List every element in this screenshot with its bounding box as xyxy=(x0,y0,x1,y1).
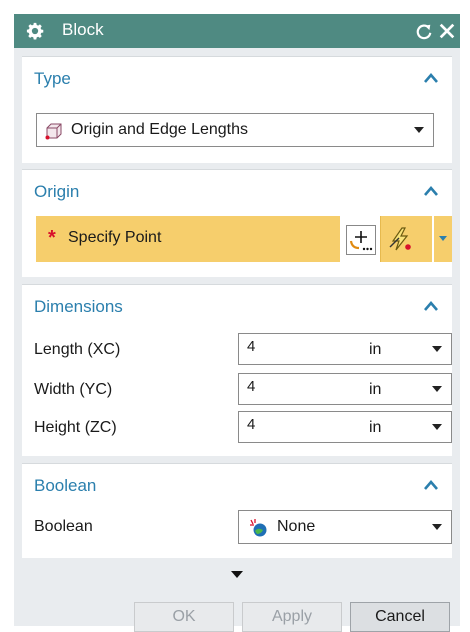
collapse-caret-icon[interactable] xyxy=(424,186,438,196)
more-options-toggle[interactable] xyxy=(22,564,452,586)
collapse-caret-icon[interactable] xyxy=(424,73,438,83)
inferred-point-button[interactable] xyxy=(380,216,432,262)
dialog-title: Block xyxy=(62,20,104,39)
collapse-caret-icon[interactable] xyxy=(424,301,438,311)
length-unit: in xyxy=(369,341,382,358)
boolean-selected-value: None xyxy=(277,518,316,535)
type-selected-value: Origin and Edge Lengths xyxy=(71,121,249,138)
width-label: Width (YC) xyxy=(34,381,113,398)
point-constructor-icon xyxy=(349,231,373,251)
collapse-caret-icon[interactable] xyxy=(424,480,438,490)
cancel-button[interactable]: Cancel xyxy=(350,602,450,632)
height-label: Height (ZC) xyxy=(34,419,117,436)
boolean-none-icon xyxy=(250,519,267,537)
block-dialog: Block Type Origin and Edge Lengths Origi… xyxy=(14,14,460,632)
title-bar[interactable]: Block xyxy=(14,14,460,48)
specify-point-label: Specify Point xyxy=(68,229,162,246)
dimensions-group-title: Dimensions xyxy=(34,297,123,316)
expand-down-icon xyxy=(231,571,243,578)
type-group: Type Origin and Edge Lengths xyxy=(22,56,452,163)
boolean-label: Boolean xyxy=(34,518,93,535)
block-cube-icon xyxy=(45,123,62,140)
chevron-down-icon xyxy=(439,236,447,241)
gear-icon xyxy=(26,22,44,40)
length-field[interactable]: 4 in xyxy=(238,333,452,365)
width-value[interactable]: 4 xyxy=(247,378,255,395)
origin-group-title: Origin xyxy=(34,182,80,201)
reset-icon[interactable] xyxy=(415,22,433,40)
type-group-title: Type xyxy=(34,69,71,88)
point-type-dropdown[interactable] xyxy=(434,216,452,262)
close-icon[interactable] xyxy=(438,22,456,40)
length-label: Length (XC) xyxy=(34,341,121,358)
type-dropdown[interactable]: Origin and Edge Lengths xyxy=(36,113,434,147)
ok-button[interactable]: OK xyxy=(134,602,234,632)
required-marker: * xyxy=(48,227,56,249)
lightning-icon xyxy=(389,227,411,251)
height-value[interactable]: 4 xyxy=(247,416,255,433)
height-unit: in xyxy=(369,419,382,436)
length-value[interactable]: 4 xyxy=(247,338,255,355)
boolean-group-title: Boolean xyxy=(34,476,97,495)
point-dialog-button[interactable] xyxy=(346,225,376,255)
boolean-dropdown[interactable]: None xyxy=(238,510,452,544)
origin-group: Origin * Specify Point xyxy=(22,169,452,277)
dimensions-group: Dimensions Length (XC) 4 in Width (YC) 4… xyxy=(22,284,452,456)
chevron-down-icon[interactable] xyxy=(432,424,442,430)
chevron-down-icon xyxy=(432,524,442,530)
boolean-group: Boolean Boolean None xyxy=(22,463,452,558)
apply-button[interactable]: Apply xyxy=(242,602,342,632)
width-unit: in xyxy=(369,381,382,398)
chevron-down-icon[interactable] xyxy=(432,386,442,392)
chevron-down-icon[interactable] xyxy=(432,346,442,352)
width-field[interactable]: 4 in xyxy=(238,373,452,405)
specify-point-selector[interactable]: * Specify Point xyxy=(36,216,340,262)
chevron-down-icon xyxy=(414,127,424,133)
height-field[interactable]: 4 in xyxy=(238,411,452,443)
